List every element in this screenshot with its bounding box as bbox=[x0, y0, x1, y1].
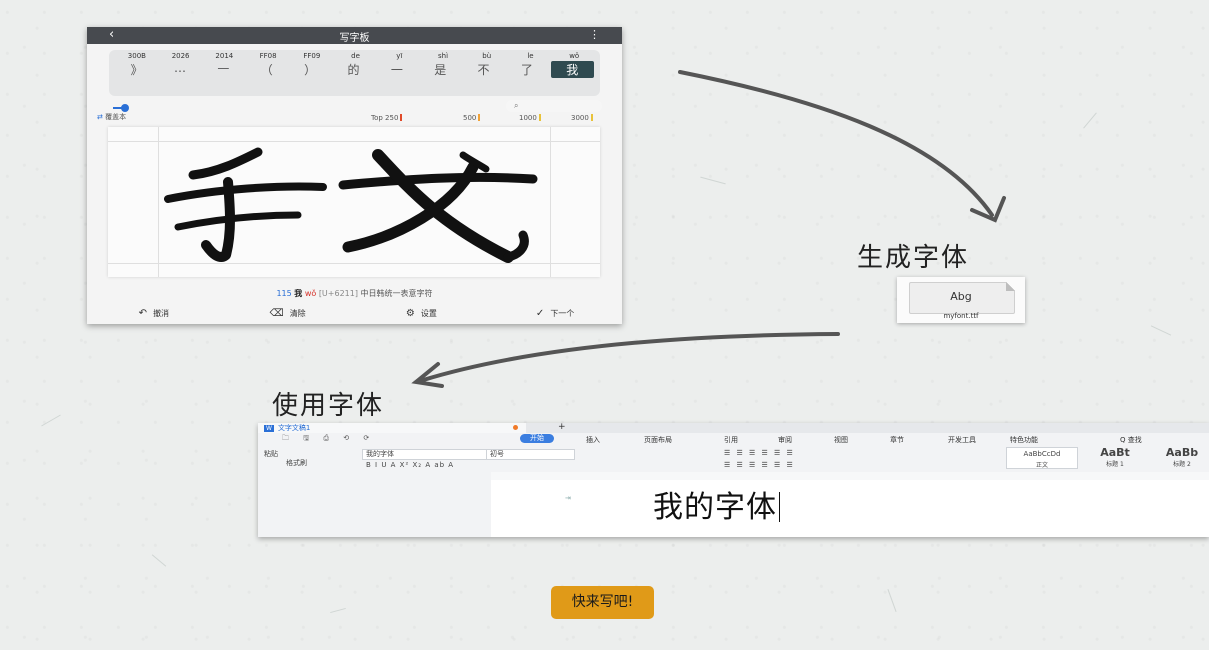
menu-tab[interactable]: 页面布局 bbox=[644, 435, 672, 445]
flow-arrows bbox=[411, 70, 1006, 388]
document-text[interactable]: 我的字体 bbox=[653, 482, 780, 526]
use-font-label: 使用字体 bbox=[272, 391, 385, 421]
word-processor-window: W 文字文稿1 + 🗀 🖫 ⎙ ⟲ ⟳ 开始 插入 页面布局 引用 审阅 视图 章节 开发工具 特… bbox=[258, 423, 1209, 537]
style-heading1-label: 标题 1 bbox=[1106, 461, 1124, 468]
writer-icon: W bbox=[264, 425, 274, 432]
tab-document[interactable]: W 文字文稿1 bbox=[258, 423, 526, 433]
menu-tab[interactable]: 插入 bbox=[586, 435, 600, 445]
format-buttons[interactable]: B I U A X² X₂ A ab A bbox=[366, 461, 454, 469]
font-file-icon: Abg myfont.ttf bbox=[897, 277, 1025, 323]
generate-font-label: 生成字体 bbox=[857, 243, 970, 273]
style-heading2-label: 标题 2 bbox=[1173, 461, 1191, 468]
style-heading1[interactable]: AaBt 标题 1 bbox=[1080, 446, 1150, 469]
ribbon-menu: 🗀 🖫 ⎙ ⟲ ⟳ 开始 插入 页面布局 引用 审阅 视图 章节 开发工具 特色功能 Q 查找 bbox=[258, 433, 1209, 445]
menu-tab[interactable]: 章节 bbox=[890, 435, 904, 445]
font-name-select[interactable]: 我的字体 bbox=[362, 449, 487, 460]
unsaved-dot-icon bbox=[513, 425, 518, 430]
style-normal-label: 正文 bbox=[1035, 462, 1048, 469]
start-writing-button[interactable]: 快来写吧! bbox=[551, 586, 654, 619]
font-size-select[interactable]: 初号 bbox=[486, 449, 575, 460]
style-heading2-preview: AaBb bbox=[1165, 446, 1199, 459]
font-preview: Abg bbox=[950, 290, 972, 303]
new-tab-button[interactable]: + bbox=[558, 423, 566, 432]
document-tabs: W 文字文稿1 + bbox=[258, 423, 1209, 433]
page-margin-area bbox=[258, 480, 491, 537]
menu-tab[interactable]: 视图 bbox=[834, 435, 848, 445]
style-heading1-preview: AaBt bbox=[1100, 446, 1130, 459]
style-heading2[interactable]: AaBb 标题 2 bbox=[1152, 446, 1209, 469]
menu-tab[interactable]: 开发工具 bbox=[948, 435, 976, 445]
menu-tab[interactable]: 开始 bbox=[520, 434, 554, 443]
paragraph-buttons[interactable]: ☰ ☰ ☰ ☰ ☰ ☰ bbox=[724, 449, 795, 457]
alignment-buttons[interactable]: ☰ ☰ ☰ ☰ ☰ ☰ bbox=[724, 461, 795, 469]
document-page[interactable]: ⇥ 我的字体 bbox=[491, 480, 1209, 537]
indent-marker-icon: ⇥ bbox=[565, 494, 571, 502]
menu-tab[interactable]: 引用 bbox=[724, 435, 738, 445]
arrow-to-doc bbox=[418, 332, 840, 383]
arrow-to-font bbox=[678, 70, 994, 217]
style-normal-preview: AaBbCcDd bbox=[1023, 450, 1061, 458]
font-filename: myfont.ttf bbox=[943, 312, 979, 320]
menu-tab[interactable]: 审阅 bbox=[778, 435, 792, 445]
format-painter-button[interactable]: 格式刷 bbox=[286, 458, 307, 468]
menu-tab[interactable]: 特色功能 bbox=[1010, 435, 1038, 445]
menu-tab[interactable]: Q 查找 bbox=[1120, 435, 1142, 445]
text-cursor bbox=[779, 492, 780, 522]
quick-access-icons[interactable]: 🗀 🖫 ⎙ ⟲ ⟳ bbox=[282, 434, 375, 445]
tab-title: 文字文稿1 bbox=[277, 424, 311, 432]
paste-button[interactable]: 粘贴 bbox=[264, 449, 278, 459]
style-normal[interactable]: AaBbCcDd 正文 bbox=[1006, 447, 1078, 469]
document-text-content: 我的字体 bbox=[653, 490, 777, 525]
